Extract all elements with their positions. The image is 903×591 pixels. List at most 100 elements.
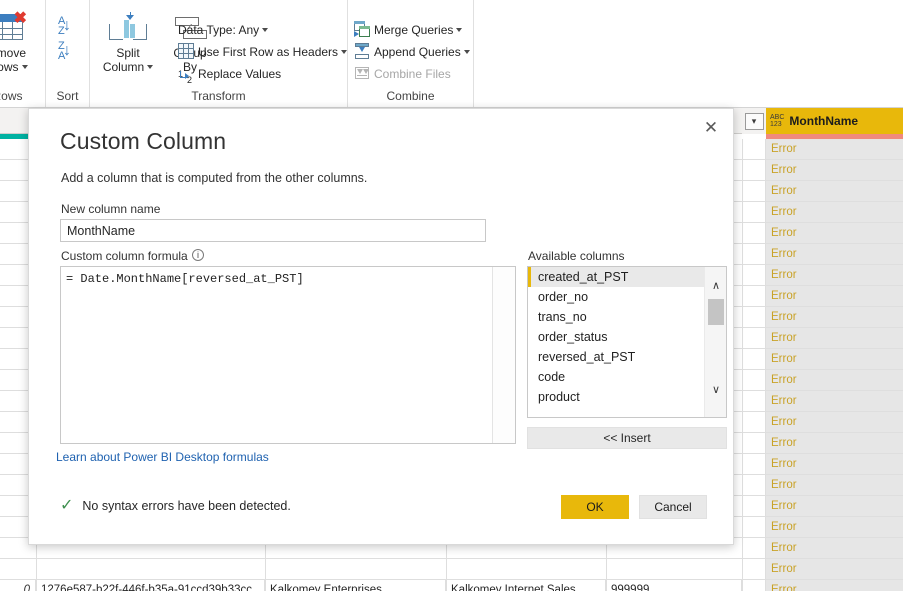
dialog-subtitle: Add a column that is computed from the o…: [61, 171, 368, 185]
available-column-item[interactable]: order_no: [528, 287, 704, 307]
table-cell-month: Error: [766, 580, 903, 591]
sort-ascending-arrow-icon: ↓: [63, 17, 71, 34]
scroll-up-icon[interactable]: ∧: [705, 275, 726, 295]
scroll-down-icon[interactable]: ∨: [705, 379, 726, 399]
error-cell: Error: [766, 139, 903, 159]
use-first-row-as-headers-menu[interactable]: Use First Row as Headers: [178, 42, 348, 62]
close-icon[interactable]: ✕: [697, 115, 725, 141]
scrollbar-thumb[interactable]: [708, 299, 724, 325]
error-cell: Error: [766, 349, 903, 369]
append-queries-menu[interactable]: Append Queries: [354, 42, 470, 62]
type-icon-top: ABC: [770, 113, 785, 121]
chevron-down-icon[interactable]: [463, 50, 470, 55]
ribbon-group-label-sort: Sort: [56, 89, 79, 103]
column-filter-button[interactable]: ▾: [742, 108, 766, 134]
data-type-menu[interactable]: Data Type: Any: [178, 20, 269, 40]
sort-desc-letter2: A: [58, 50, 66, 62]
sort-descending-button[interactable]: Z A ↓: [48, 41, 88, 63]
syntax-status: ✓ No syntax errors have been detected.: [60, 498, 291, 514]
split-column-icon: [105, 12, 151, 44]
chevron-down-icon[interactable]: [456, 28, 463, 33]
column-header-label: MonthName: [789, 114, 859, 128]
sort-asc-letter2: Z: [58, 25, 65, 37]
split-column-label-line2: Column: [102, 60, 145, 74]
custom-column-formula-input[interactable]: [61, 267, 492, 443]
check-icon: ✓: [60, 497, 74, 514]
sort-descending-arrow-icon: ↓: [63, 42, 71, 59]
custom-column-formula-label: Custom column formula: [61, 249, 188, 263]
chevron-down-icon[interactable]: [341, 50, 348, 55]
split-column-button[interactable]: Split Column: [98, 12, 158, 74]
error-cell: Error: [766, 160, 903, 180]
sort-ascending-button[interactable]: A Z ↓: [48, 16, 88, 38]
replace-values-button[interactable]: 12 Replace Values: [178, 64, 281, 85]
replace-values-icon: 12: [178, 69, 193, 85]
table-cell-rownum: 0: [0, 580, 36, 591]
error-cell: Error: [766, 517, 903, 537]
error-cell: Error: [766, 328, 903, 348]
available-columns-scrollbar[interactable]: ∧ ∨: [704, 267, 726, 417]
new-column-name-input[interactable]: [60, 219, 486, 242]
append-queries-label: Append Queries: [374, 45, 461, 59]
error-cell: Error: [766, 433, 903, 453]
available-column-item[interactable]: code: [528, 367, 704, 387]
error-cell: Error: [766, 475, 903, 495]
chevron-down-icon[interactable]: [262, 28, 269, 33]
error-cell: Error: [766, 244, 903, 264]
available-column-item[interactable]: order_status: [528, 327, 704, 347]
type-abc123-icon: ABC 123: [770, 114, 784, 129]
available-column-item[interactable]: product: [528, 387, 704, 407]
formula-scrollbar[interactable]: [492, 267, 515, 443]
ribbon-group-label-rows: Rows: [0, 89, 23, 103]
split-column-label-line1: Split: [116, 46, 140, 60]
available-columns-label: Available columns: [528, 249, 625, 263]
table-row[interactable]: 0 1276e587-b22f-446f-b35a-91ccd39b33cc Kal…: [0, 580, 903, 591]
ribbon-group-combine: Merge Queries Append Queries Combine Fil…: [348, 0, 474, 107]
error-cell: Error: [766, 307, 903, 327]
chevron-down-icon[interactable]: [147, 65, 154, 70]
merge-queries-label: Merge Queries: [374, 23, 454, 37]
ribbon-group-label-transform: Transform: [191, 89, 246, 103]
available-columns-listbox[interactable]: created_at_PST order_no trans_no order_stat…: [527, 266, 727, 418]
merge-queries-icon: [354, 21, 370, 37]
remove-rows-button[interactable]: ✖ emove Rows: [0, 11, 46, 74]
remove-rows-label-line1: emove: [0, 46, 27, 60]
table-cell-id: 1276e587-b22f-446f-b35a-91ccd39b33cc: [36, 580, 265, 591]
ribbon-group-sort: A Z ↓ Z A ↓ Sort: [46, 0, 90, 107]
insert-button[interactable]: << Insert: [527, 427, 727, 449]
table-cell-num: 999999: [606, 580, 742, 591]
column-header-monthname[interactable]: ABC 123 MonthName: [766, 108, 903, 134]
custom-column-formula-box: [60, 266, 516, 444]
error-cell: Error: [766, 370, 903, 390]
available-columns-list: created_at_PST order_no trans_no order_stat…: [528, 267, 704, 417]
append-queries-icon: [354, 43, 370, 59]
type-icon-bottom: 123: [770, 121, 782, 128]
merge-queries-menu[interactable]: Merge Queries: [354, 20, 463, 40]
ribbon-group-transform: Split Column Group By Data Type: Any Use…: [90, 0, 348, 107]
available-column-item[interactable]: created_at_PST: [528, 267, 704, 287]
learn-formulas-link[interactable]: Learn about Power BI Desktop formulas: [56, 450, 269, 464]
error-cell: Error: [766, 181, 903, 201]
headers-icon: [178, 43, 194, 59]
dialog-title: Custom Column: [60, 128, 227, 154]
ok-button[interactable]: OK: [561, 495, 629, 519]
cancel-button[interactable]: Cancel: [639, 495, 707, 519]
custom-column-dialog: ✕ Custom Column Add a column that is com…: [28, 108, 734, 545]
error-cell: Error: [766, 496, 903, 516]
use-first-row-as-headers-label: Use First Row as Headers: [198, 45, 339, 59]
chevron-down-icon[interactable]: ▾: [744, 112, 764, 130]
error-cell: Error: [766, 454, 903, 474]
error-cell: Error: [766, 391, 903, 411]
ribbon-group-label-combine: Combine: [386, 89, 435, 103]
bottom-data-rows: 0 1276e587-b22f-446f-b35a-91ccd39b33cc Kal…: [0, 580, 903, 591]
info-icon[interactable]: i: [192, 249, 204, 261]
combine-files-label: Combine Files: [374, 67, 451, 81]
available-column-item[interactable]: trans_no: [528, 307, 704, 327]
remove-rows-icon: ✖: [0, 11, 28, 44]
error-cell: Error: [766, 223, 903, 243]
available-column-item[interactable]: reversed_at_PST: [528, 347, 704, 367]
table-cell-org: Kalkomey Enterprises: [265, 580, 446, 591]
error-cell: Error: [766, 412, 903, 432]
chevron-down-icon[interactable]: [21, 65, 28, 70]
ribbon-group-rows: ✖ emove Rows Rows: [0, 0, 46, 107]
